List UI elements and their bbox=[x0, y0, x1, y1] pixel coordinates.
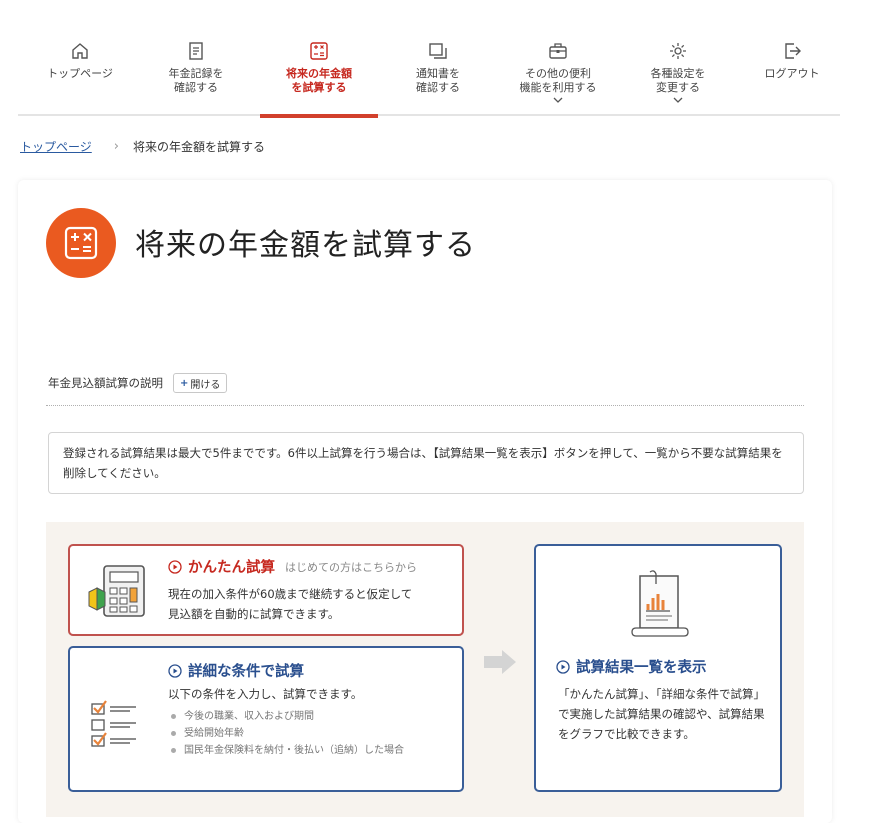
nav-item-top-page[interactable]: トップページ bbox=[32, 32, 128, 116]
explanation-label: 年金見込額試算の説明 bbox=[48, 376, 163, 390]
chevron-down-icon bbox=[553, 97, 563, 103]
detailed-estimate-card[interactable]: 詳細な条件で試算 以下の条件を入力し、試算できます。 今後の職業、収入および期間… bbox=[68, 646, 464, 792]
plus-icon: + bbox=[180, 377, 189, 389]
toolbox-icon bbox=[549, 43, 567, 59]
easy-estimate-description: 現在の加入条件が60歳まで継続すると仮定して 見込額を自動的に試算できます。 bbox=[168, 587, 413, 621]
notice-box: 登録される試算結果は最大で5件までです。6件以上試算を行う場合は、【試算結果一覧… bbox=[48, 432, 804, 494]
nav-item-estimate-pension[interactable]: 将来の年金額 を試算する bbox=[260, 32, 378, 118]
play-circle-icon bbox=[168, 663, 182, 678]
play-circle-icon bbox=[168, 559, 182, 574]
chevron-down-icon bbox=[673, 97, 683, 103]
list-item: 受給開始年齢 bbox=[168, 725, 458, 742]
nav-item-label: その他の便利 機能を利用する bbox=[519, 67, 597, 94]
nav-item-settings[interactable]: 各種設定を 変更する bbox=[630, 32, 726, 116]
divider bbox=[46, 405, 804, 406]
options-panel: かんたん試算 はじめての方はこちらから 現在の加入条件が60歳まで継続すると仮定… bbox=[46, 522, 804, 817]
nav-item-other-features[interactable]: その他の便利 機能を利用する bbox=[500, 32, 616, 116]
nav-item-label: 各種設定を 変更する bbox=[650, 67, 706, 94]
report-chart-icon bbox=[631, 570, 689, 637]
results-list-description: 「かんたん試算」、「詳細な条件で試算」で実施した試算結果の確認や、試算結果をグラ… bbox=[558, 687, 765, 741]
results-list-card[interactable]: 試算結果一覧を表示 「かんたん試算」、「詳細な条件で試算」で実施した試算結果の確… bbox=[534, 544, 782, 792]
list-item: 今後の職業、収入および期間 bbox=[168, 708, 458, 725]
detailed-estimate-title: 詳細な条件で試算 bbox=[168, 660, 304, 681]
easy-estimate-subtitle: はじめての方はこちらから bbox=[285, 560, 417, 574]
nav-item-label: ログアウト bbox=[764, 67, 820, 80]
easy-estimate-title: かんたん試算 はじめての方はこちらから bbox=[168, 556, 417, 577]
nav-item-logout[interactable]: ログアウト bbox=[746, 32, 838, 116]
easy-estimate-card[interactable]: かんたん試算 はじめての方はこちらから 現在の加入条件が60歳まで継続すると仮定… bbox=[68, 544, 464, 636]
condition-list: 今後の職業、収入および期間 受給開始年齢 国民年金保険料を納付・後払い（追納）し… bbox=[168, 708, 458, 759]
breadcrumb: トップページ › 将来の年金額を試算する bbox=[20, 138, 265, 155]
detailed-estimate-description: 以下の条件を入力し、試算できます。 bbox=[168, 687, 363, 701]
nav-item-notices[interactable]: 通知書を 確認する bbox=[390, 32, 486, 116]
breadcrumb-current: 将来の年金額を試算する bbox=[132, 140, 265, 154]
checklist-icon bbox=[91, 700, 136, 747]
calculator-icon bbox=[46, 208, 116, 278]
document-icon bbox=[189, 42, 203, 60]
calculator-beginner-icon bbox=[88, 565, 145, 617]
play-circle-icon bbox=[556, 659, 570, 674]
list-item: 国民年金保険料を納付・後払い（追納）した場合 bbox=[168, 742, 458, 759]
main-card: 将来の年金額を試算する 年金見込額試算の説明 + 開ける 登録される試算結果は最… bbox=[18, 180, 832, 823]
copy-icon bbox=[429, 43, 447, 59]
detailed-estimate-title-text: 詳細な条件で試算 bbox=[188, 664, 304, 680]
breadcrumb-home-link[interactable]: トップページ bbox=[20, 138, 92, 155]
page-title: 将来の年金額を試算する bbox=[135, 228, 476, 263]
results-list-title-text: 試算結果一覧を表示 bbox=[576, 660, 707, 676]
arrow-right-icon bbox=[484, 650, 516, 674]
home-icon bbox=[72, 43, 88, 59]
nav-item-pension-records[interactable]: 年金記録を 確認する bbox=[148, 32, 244, 116]
nav-item-label: トップページ bbox=[47, 67, 113, 80]
results-list-title: 試算結果一覧を表示 bbox=[556, 656, 707, 677]
expand-button-label: 開ける bbox=[190, 379, 221, 391]
nav-item-label: 通知書を 確認する bbox=[416, 67, 460, 94]
logout-icon bbox=[785, 43, 801, 59]
breadcrumb-separator: › bbox=[113, 139, 119, 154]
easy-estimate-title-text: かんたん試算 bbox=[188, 560, 275, 576]
calculator-icon bbox=[310, 42, 328, 60]
gear-icon bbox=[670, 43, 686, 59]
nav-item-label: 将来の年金額 を試算する bbox=[286, 67, 352, 94]
explanation-row: 年金見込額試算の説明 + 開ける bbox=[48, 373, 228, 393]
expand-button[interactable]: + 開ける bbox=[173, 373, 228, 393]
top-navigation: トップページ 年金記録を 確認する 将来の年金額 を試算する 通知書を 確認する… bbox=[18, 32, 840, 118]
nav-item-label: 年金記録を 確認する bbox=[168, 67, 224, 94]
